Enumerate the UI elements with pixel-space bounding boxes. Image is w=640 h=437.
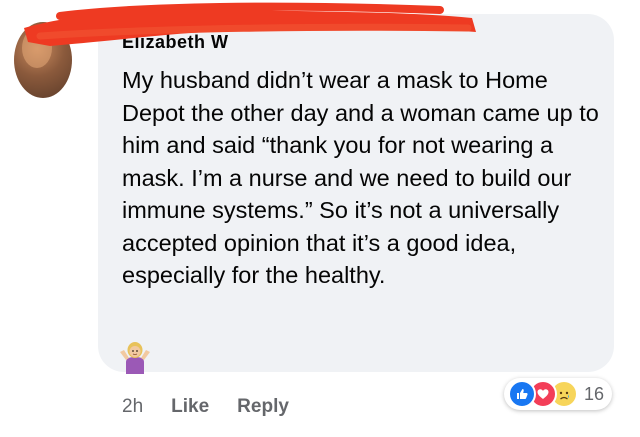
avatar[interactable]	[14, 22, 72, 98]
person-shrugging-icon	[120, 342, 150, 374]
like-reaction-icon	[508, 380, 536, 408]
reply-button[interactable]: Reply	[237, 396, 289, 418]
reaction-count: 16	[584, 383, 605, 404]
comment-actions: 2h Like Reply	[122, 394, 289, 420]
comment-timestamp[interactable]: 2h	[122, 396, 143, 418]
comment-text: My husband didn’t wear a mask to Home De…	[122, 67, 599, 288]
like-button[interactable]: Like	[171, 396, 209, 418]
comment-author-name[interactable]: Elizabeth W	[122, 32, 322, 54]
facebook-comment-screenshot: Elizabeth W My husband didn’t wear a mas…	[0, 0, 640, 437]
reactions-summary[interactable]: 16	[504, 378, 613, 410]
